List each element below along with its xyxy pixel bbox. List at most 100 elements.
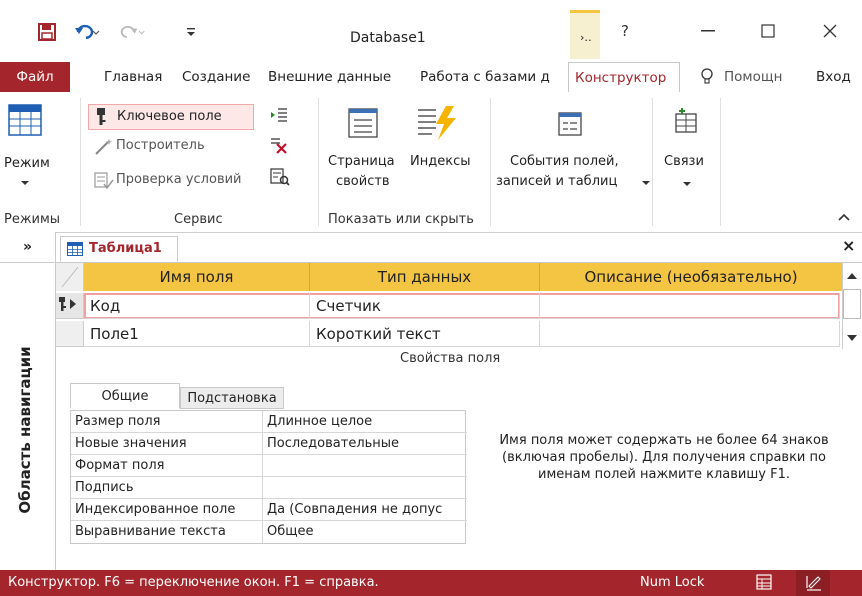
- customize-qat-icon[interactable]: [178, 20, 204, 44]
- property-value[interactable]: [263, 477, 467, 499]
- group-label-views: Режимы: [4, 212, 61, 227]
- context-tab-indicator: ›‥: [570, 10, 600, 59]
- group-label-show-hide: Показать или скрыть: [328, 212, 474, 227]
- group-label-tools: Сервис: [174, 212, 223, 227]
- group-separator: [318, 98, 319, 226]
- tab-file[interactable]: Файл: [0, 62, 70, 92]
- tab-design[interactable]: Конструктор: [568, 62, 680, 93]
- delete-rows-button[interactable]: [270, 136, 292, 158]
- row-selector[interactable]: [56, 293, 84, 319]
- property-row[interactable]: Выравнивание текста Общее: [71, 521, 467, 543]
- tab-external-data[interactable]: Внешние данные: [262, 62, 397, 92]
- chevron-down-icon: [642, 181, 650, 185]
- field-properties-label: Свойства поля: [400, 351, 501, 366]
- relationships-button[interactable]: Связи: [656, 98, 716, 202]
- indexes-icon: [418, 106, 456, 140]
- validation-icon: [94, 172, 114, 190]
- sign-in-link[interactable]: Вход: [810, 62, 857, 92]
- tab-home[interactable]: Главная: [98, 62, 168, 92]
- grid-vertical-scrollbar[interactable]: [842, 263, 861, 349]
- grid-corner[interactable]: [56, 263, 84, 291]
- close-document-button[interactable]: ×: [842, 236, 858, 256]
- property-row[interactable]: Индексированное поле Да (Совпадения не д…: [71, 499, 467, 521]
- document-tab-table1[interactable]: Таблица1: [60, 236, 178, 262]
- lookup-icon: [270, 168, 290, 186]
- status-text: Конструктор. F6 = переключение окон. F1 …: [8, 575, 379, 590]
- tab-tell-me[interactable]: Помощн: [718, 62, 800, 92]
- delete-rows-icon: [271, 138, 287, 154]
- table-icon: [67, 242, 83, 256]
- lightbulb-icon: [700, 62, 720, 92]
- events-label-1: События полей,: [510, 154, 619, 169]
- test-validation-button[interactable]: Проверка условий: [90, 168, 280, 194]
- maximize-button[interactable]: [748, 16, 788, 46]
- tab-general[interactable]: Общие: [70, 383, 180, 409]
- property-value[interactable]: Общее: [263, 521, 467, 543]
- tab-create[interactable]: Создание: [176, 62, 256, 92]
- property-row[interactable]: Размер поля Длинное целое: [71, 411, 467, 433]
- primary-key-button[interactable]: Ключевое поле: [88, 104, 254, 130]
- primary-key-row-icon: [59, 297, 76, 311]
- view-icon: [8, 104, 42, 136]
- indexes-label: Индексы: [410, 154, 471, 169]
- close-window-button[interactable]: [810, 16, 850, 46]
- datasheet-view-button[interactable]: [756, 574, 774, 592]
- chevron-down-icon: [21, 181, 29, 185]
- maximize-icon: [761, 24, 775, 38]
- cell-field-name[interactable]: Код: [84, 293, 310, 319]
- cell-data-type[interactable]: Короткий текст: [310, 321, 540, 347]
- num-lock-indicator: Num Lock: [640, 575, 705, 590]
- ribbon: Режим Режимы Ключевое поле Построитель П…: [0, 92, 862, 233]
- header-description[interactable]: Описание (необязательно): [540, 263, 842, 291]
- help-button[interactable]: ?: [605, 16, 645, 46]
- chevron-down-icon: [683, 182, 691, 186]
- cell-description[interactable]: [540, 321, 840, 347]
- property-sheet-label-2: свойств: [336, 174, 390, 189]
- view-button[interactable]: Режим: [0, 98, 50, 202]
- indexes-button[interactable]: Индексы: [410, 98, 486, 202]
- scroll-thumb[interactable]: [843, 289, 861, 319]
- collapse-ribbon-button[interactable]: [838, 210, 854, 226]
- design-view-icon: [806, 576, 821, 591]
- row-selector[interactable]: [56, 321, 84, 347]
- cell-field-name[interactable]: Поле1: [84, 321, 310, 347]
- property-value[interactable]: Длинное целое: [263, 411, 467, 433]
- minimize-button[interactable]: [688, 16, 728, 46]
- group-separator: [652, 98, 653, 226]
- navigation-pane-toggle[interactable]: »: [0, 232, 55, 263]
- navigation-pane-label-wrap[interactable]: Область навигации: [12, 310, 42, 550]
- group-separator: [490, 98, 491, 226]
- undo-icon[interactable]: [74, 20, 100, 44]
- header-data-type[interactable]: Тип данных: [310, 263, 540, 291]
- title-bar: Database1 ›‥ ?: [0, 0, 862, 62]
- datasheet-view-icon: [756, 574, 772, 590]
- property-sheet-button[interactable]: Страница свойств: [324, 98, 408, 202]
- design-view-button[interactable]: [796, 570, 830, 596]
- insert-rows-button[interactable]: [270, 106, 292, 128]
- field-record-table-events-button[interactable]: События полей, записей и таблиц: [494, 98, 652, 202]
- property-row[interactable]: Новые значения Последовательные: [71, 433, 467, 455]
- header-field-name[interactable]: Имя поля: [84, 263, 310, 291]
- property-name: Выравнивание текста: [71, 521, 263, 543]
- property-value[interactable]: [263, 455, 467, 477]
- property-value[interactable]: Да (Совпадения не допус: [263, 499, 467, 521]
- events-icon: [558, 112, 582, 136]
- scroll-up-icon[interactable]: [847, 273, 857, 279]
- property-help-text: Имя поля может содержать не более 64 зна…: [499, 433, 829, 482]
- property-row[interactable]: Подпись: [71, 477, 467, 499]
- cell-data-type[interactable]: Счетчик: [310, 293, 540, 319]
- close-icon: [823, 24, 837, 38]
- save-icon[interactable]: [34, 20, 60, 44]
- property-value[interactable]: Последовательные: [263, 433, 467, 455]
- primary-key-label: Ключевое поле: [117, 109, 222, 124]
- builder-label: Построитель: [116, 138, 205, 153]
- scroll-down-icon[interactable]: [847, 335, 857, 341]
- builder-button[interactable]: Построитель: [90, 134, 260, 160]
- property-sheet-icon: [348, 108, 378, 138]
- redo-icon[interactable]: [120, 20, 146, 44]
- property-row[interactable]: Формат поля: [71, 455, 467, 477]
- tab-lookup[interactable]: Подстановка: [180, 387, 284, 409]
- cell-description[interactable]: [540, 293, 840, 319]
- tab-database-tools[interactable]: Работа с базами д: [414, 62, 566, 92]
- modify-lookups-button[interactable]: [270, 168, 292, 190]
